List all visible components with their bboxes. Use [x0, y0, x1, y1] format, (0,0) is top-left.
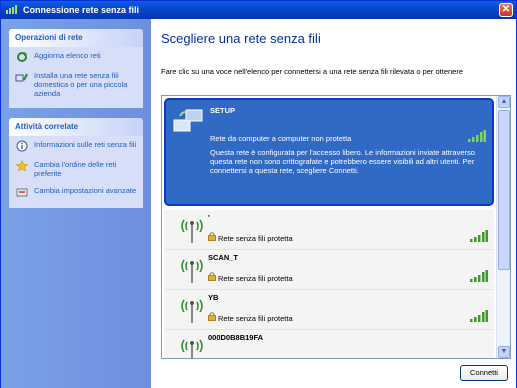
wireless-antenna-icon [181, 339, 203, 358]
related-tasks-panel: Attività correlate Informazioni sulle re… [9, 118, 143, 208]
network-setup-icon [15, 73, 28, 82]
lock-icon [208, 312, 216, 321]
window-title: Connessione rete senza fili [23, 5, 140, 15]
info-icon [16, 140, 28, 152]
refresh-icon [17, 52, 27, 62]
wireless-antenna-icon [181, 259, 203, 283]
wireless-connection-window: Connessione rete senza fili ✕ Operazioni… [0, 0, 517, 388]
network-type: Rete senza fili protetta [218, 234, 293, 243]
network-name: 000D0B8B19FA [208, 333, 264, 342]
task-sidebar: Operazioni di rete Aggiorna elenco reti … [1, 19, 151, 388]
instructions-text: Fare clic su una voce nell'elenco per co… [161, 67, 464, 76]
lock-icon [208, 232, 216, 241]
setup-wireless-network-link[interactable]: Installa una rete senza fili domestica o… [9, 67, 143, 102]
related-tasks-title: Attività correlate [9, 118, 143, 136]
network-description: Questa rete è configurata per l'accesso … [210, 148, 475, 175]
network-item-scan-t[interactable]: SCAN_T Rete senza fili protetta [164, 250, 494, 290]
network-item-yb[interactable]: YB Rete senza fili protetta [164, 290, 494, 330]
title-bar[interactable]: Connessione rete senza fili ✕ [1, 1, 516, 19]
connect-button[interactable]: Connetti [460, 365, 508, 381]
main-panel: Scegliere una rete senza fili Fare clic … [151, 19, 516, 388]
advanced-settings-link[interactable]: Cambia impostazioni avanzate [9, 182, 143, 202]
network-name: ' [208, 213, 210, 222]
advanced-settings-label: Cambia impostazioni avanzate [34, 186, 137, 195]
computer-to-computer-icon [173, 109, 203, 132]
refresh-network-list-link[interactable]: Aggiorna elenco reti [9, 47, 143, 67]
network-name: SCAN_T [208, 253, 239, 262]
network-tasks-title: Operazioni di rete [9, 29, 143, 47]
scroll-up-button[interactable]: ▲ [498, 96, 510, 108]
wireless-antenna-icon [181, 299, 203, 323]
network-name: YB [208, 293, 219, 302]
wireless-info-link[interactable]: Informazioni sulle reti senza fili [9, 136, 143, 156]
wireless-antenna-icon [181, 219, 203, 243]
network-type: Rete senza fili protetta [218, 314, 293, 323]
page-title: Scegliere una rete senza fili [161, 31, 321, 46]
star-icon [15, 160, 29, 172]
scroll-down-button[interactable]: ▼ [498, 346, 510, 358]
network-type: Rete senza fili protetta [218, 274, 293, 283]
wireless-network-icon [6, 5, 17, 14]
network-tasks-panel: Operazioni di rete Aggiorna elenco reti … [9, 29, 143, 108]
network-item-000d0b8b19fa[interactable]: 000D0B8B19FA [164, 330, 494, 358]
change-preferred-order-link[interactable]: Cambia l'ordine delle reti preferite [9, 156, 143, 182]
scroll-thumb[interactable] [498, 110, 510, 270]
signal-strength-icon [470, 270, 488, 282]
network-name: SETUP [210, 106, 236, 115]
change-preferred-order-label: Cambia l'ordine delle reti preferite [34, 160, 117, 178]
setup-wireless-network-label: Installa una rete senza fili domestica o… [34, 71, 128, 98]
network-item-setup[interactable]: SETUP Rete da computer a computer non pr… [164, 98, 494, 206]
signal-strength-icon [470, 310, 488, 322]
lock-icon [208, 272, 216, 281]
refresh-network-list-label: Aggiorna elenco reti [34, 51, 101, 60]
network-type: Rete da computer a computer non protetta [210, 134, 352, 143]
wireless-info-label: Informazioni sulle reti senza fili [34, 140, 137, 149]
network-list[interactable]: SETUP Rete da computer a computer non pr… [161, 95, 511, 359]
signal-strength-icon [470, 230, 488, 242]
close-button[interactable]: ✕ [499, 3, 513, 17]
network-item[interactable]: ' Rete senza fili protetta [164, 210, 494, 250]
network-list-scrollbar[interactable]: ▲ ▼ [496, 96, 510, 358]
signal-strength-icon [468, 130, 486, 142]
settings-icon [16, 188, 28, 197]
